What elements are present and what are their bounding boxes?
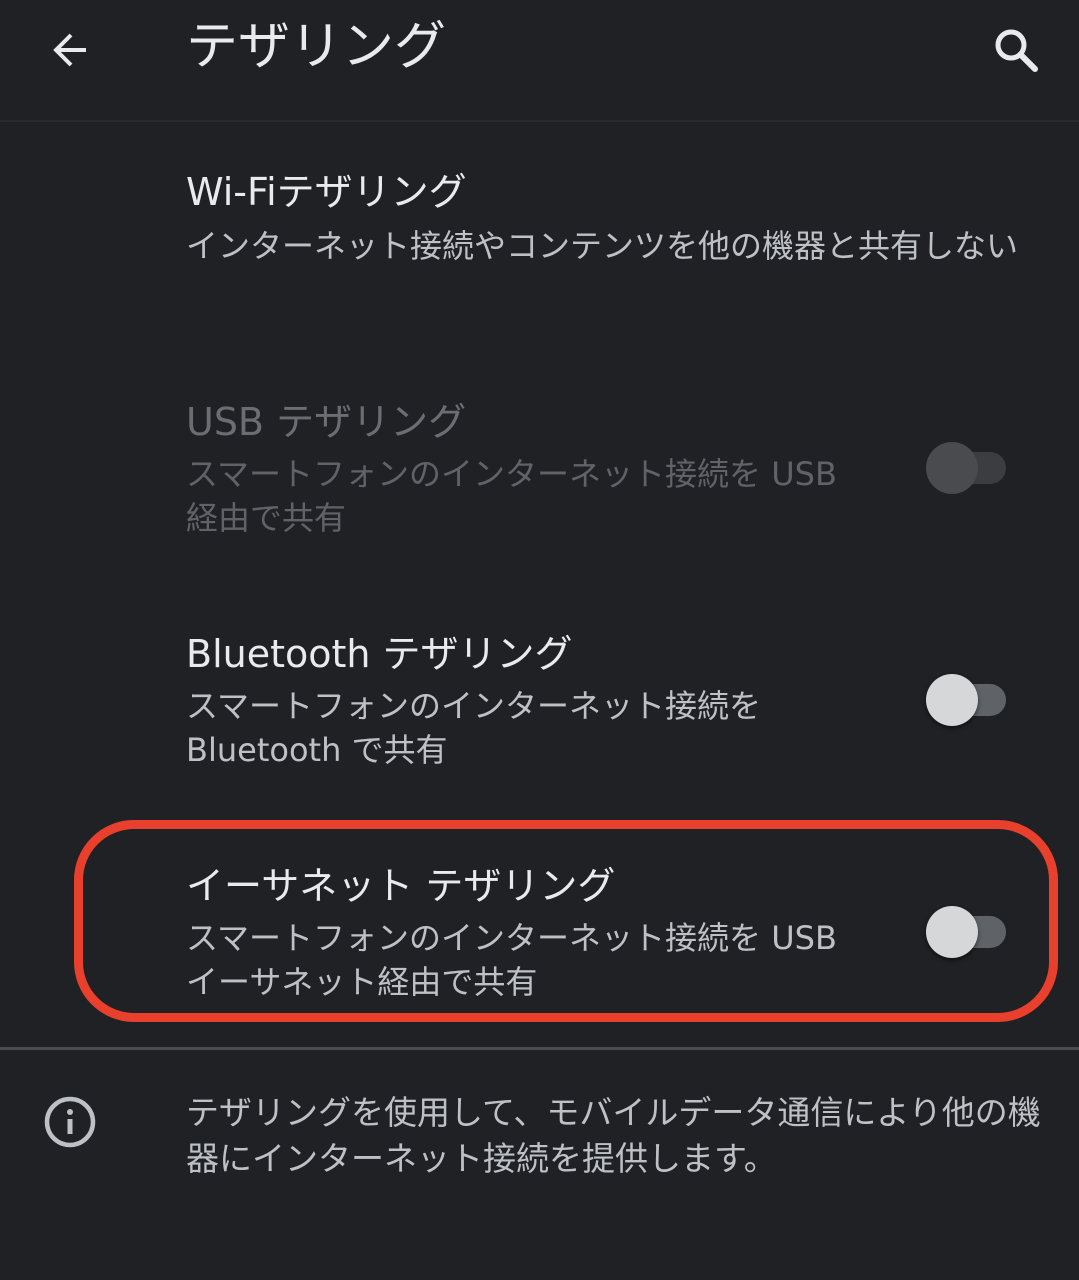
divider [0,1047,1079,1050]
search-button[interactable] [976,10,1056,90]
ethernet-tethering-switch[interactable] [926,906,1010,958]
app-bar: テザリング [0,0,1079,122]
back-button[interactable] [30,10,110,90]
wifi-tethering-title: Wi-Fiテザリング [186,170,467,214]
page-title: テザリング [186,17,447,77]
switch-thumb [926,442,978,494]
usb-tethering-switch [926,442,1010,494]
wifi-tethering-summary: インターネット接続やコンテンツを他の機器と共有しない [186,227,1019,265]
switch-thumb [926,674,978,726]
switch-thumb [926,906,978,958]
usb-tethering-summary: スマートフォンのインターネット接続を USB 経由で共有 [186,455,837,537]
info-icon [44,1096,96,1148]
bluetooth-tethering-summary: スマートフォンのインターネット接続を Bluetooth で共有 [186,687,762,769]
bluetooth-tethering-title: Bluetooth テザリング [186,632,573,676]
usb-tethering-title: USB テザリング [186,400,467,444]
footer-info-text: テザリングを使用して、モバイルデータ通信により他の機器にインターネット接続を提供… [186,1093,1041,1178]
bluetooth-tethering-item[interactable]: Bluetooth テザリング スマートフォンのインターネット接続を Bluet… [0,630,1079,820]
wifi-tethering-item[interactable]: Wi-Fiテザリング インターネット接続やコンテンツを他の機器と共有しない [0,160,1079,360]
ethernet-tethering-title: イーサネット テザリング [186,864,616,908]
ethernet-tethering-summary: スマートフォンのインターネット接続を USB イーサネット経由で共有 [186,919,837,1001]
bluetooth-tethering-switch[interactable] [926,674,1010,726]
usb-tethering-item: USB テザリング スマートフォンのインターネット接続を USB 経由で共有 [0,396,1079,586]
search-icon [995,29,1038,72]
arrow-back-icon [53,33,86,67]
tethering-settings-screen: テザリング Wi-Fiテザリング インターネット接続やコンテンツを他の機器と共有… [0,0,1079,1280]
ethernet-tethering-item[interactable]: イーサネット テザリング スマートフォンのインターネット接続を USB イーサネ… [0,862,1079,1042]
